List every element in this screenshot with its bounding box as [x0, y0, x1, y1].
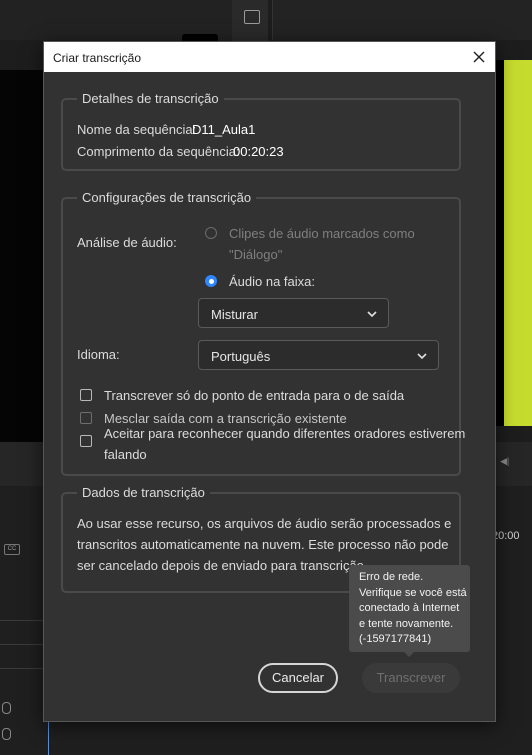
- marked-clips-label: Clipes de áudio marcados como: [229, 226, 415, 241]
- mic-icon[interactable]: [2, 702, 11, 714]
- tooltip-pointer: [404, 652, 414, 657]
- marked-clips-label-cont: "Diálogo": [229, 247, 283, 262]
- captions-icon[interactable]: CC: [4, 544, 20, 555]
- tooltip-line: Verifique se você está: [359, 586, 467, 599]
- sequence-length-value: 00:20:23: [233, 144, 284, 159]
- ripple-tool-icon[interactable]: [244, 10, 260, 24]
- language-value: Português: [211, 349, 271, 364]
- timeline-ruler-timecode: 20:00: [492, 530, 520, 542]
- source-monitor-viewport: [0, 70, 44, 442]
- tooltip-line: e tente novamente.: [359, 617, 454, 630]
- mic-icon[interactable]: [2, 728, 11, 740]
- dialog-title: Criar transcrição: [53, 51, 142, 65]
- data-text-line3: ser cancelado depois de enviado para tra…: [77, 558, 368, 573]
- in-out-checkbox[interactable]: [80, 389, 92, 401]
- track-mix-value: Misturar: [211, 307, 258, 322]
- language-select[interactable]: Português: [198, 340, 439, 370]
- in-out-label: Transcrever só do ponto de entrada para …: [104, 388, 405, 403]
- data-legend: Dados de transcrição: [77, 484, 210, 502]
- details-group: Detalhes de transcrição Nome da sequênci…: [61, 90, 461, 171]
- track-audio-radio[interactable]: [205, 275, 217, 287]
- merge-label: Mesclar saída com a transcrição existent…: [104, 411, 347, 426]
- close-icon[interactable]: [468, 46, 490, 68]
- network-error-tooltip: Erro de rede. Verifique se você está con…: [349, 565, 470, 652]
- track-divider: [0, 620, 48, 621]
- chevron-down-icon: [367, 311, 377, 318]
- track-mix-select[interactable]: Misturar: [198, 298, 389, 328]
- sequence-name-label: Nome da sequência:: [77, 122, 197, 137]
- dialog-titlebar: Criar transcrição: [44, 42, 495, 72]
- merge-checkbox[interactable]: [80, 412, 92, 424]
- transcribe-button[interactable]: Transcrever: [362, 663, 460, 693]
- sequence-length-label: Comprimento da sequência:: [77, 144, 240, 159]
- speakers-label-cont: falando: [104, 447, 147, 462]
- language-label: Idioma:: [77, 347, 120, 362]
- track-divider: [0, 644, 48, 645]
- marked-clips-radio[interactable]: [205, 227, 217, 239]
- details-legend: Detalhes de transcrição: [77, 90, 224, 108]
- data-text-line1: Ao usar esse recurso, os arquivos de áud…: [77, 516, 452, 531]
- step-back-icon[interactable]: ◀|: [500, 456, 509, 467]
- settings-legend: Configurações de transcrição: [77, 189, 257, 207]
- settings-group: Configurações de transcrição Análise de …: [61, 189, 465, 476]
- data-text-line2: transcritos automaticamente na nuvem. Es…: [77, 537, 449, 552]
- program-monitor-header: [272, 0, 532, 40]
- cancel-button[interactable]: Cancelar: [258, 663, 338, 693]
- chevron-down-icon: [417, 353, 427, 360]
- speakers-label: Aceitar para reconhecer quando diferente…: [104, 426, 466, 441]
- track-audio-label: Áudio na faixa:: [229, 274, 316, 289]
- sequence-name-value: D11_Aula1: [192, 122, 256, 137]
- tooltip-line: conectado à Internet: [359, 602, 460, 615]
- program-monitor-frame: [504, 60, 532, 426]
- tooltip-line: Erro de rede.: [359, 571, 424, 583]
- speakers-checkbox[interactable]: [80, 435, 92, 447]
- tooltip-line: (-1597177841): [359, 633, 432, 646]
- track-divider: [0, 668, 48, 669]
- audio-analysis-label: Análise de áudio:: [77, 235, 177, 250]
